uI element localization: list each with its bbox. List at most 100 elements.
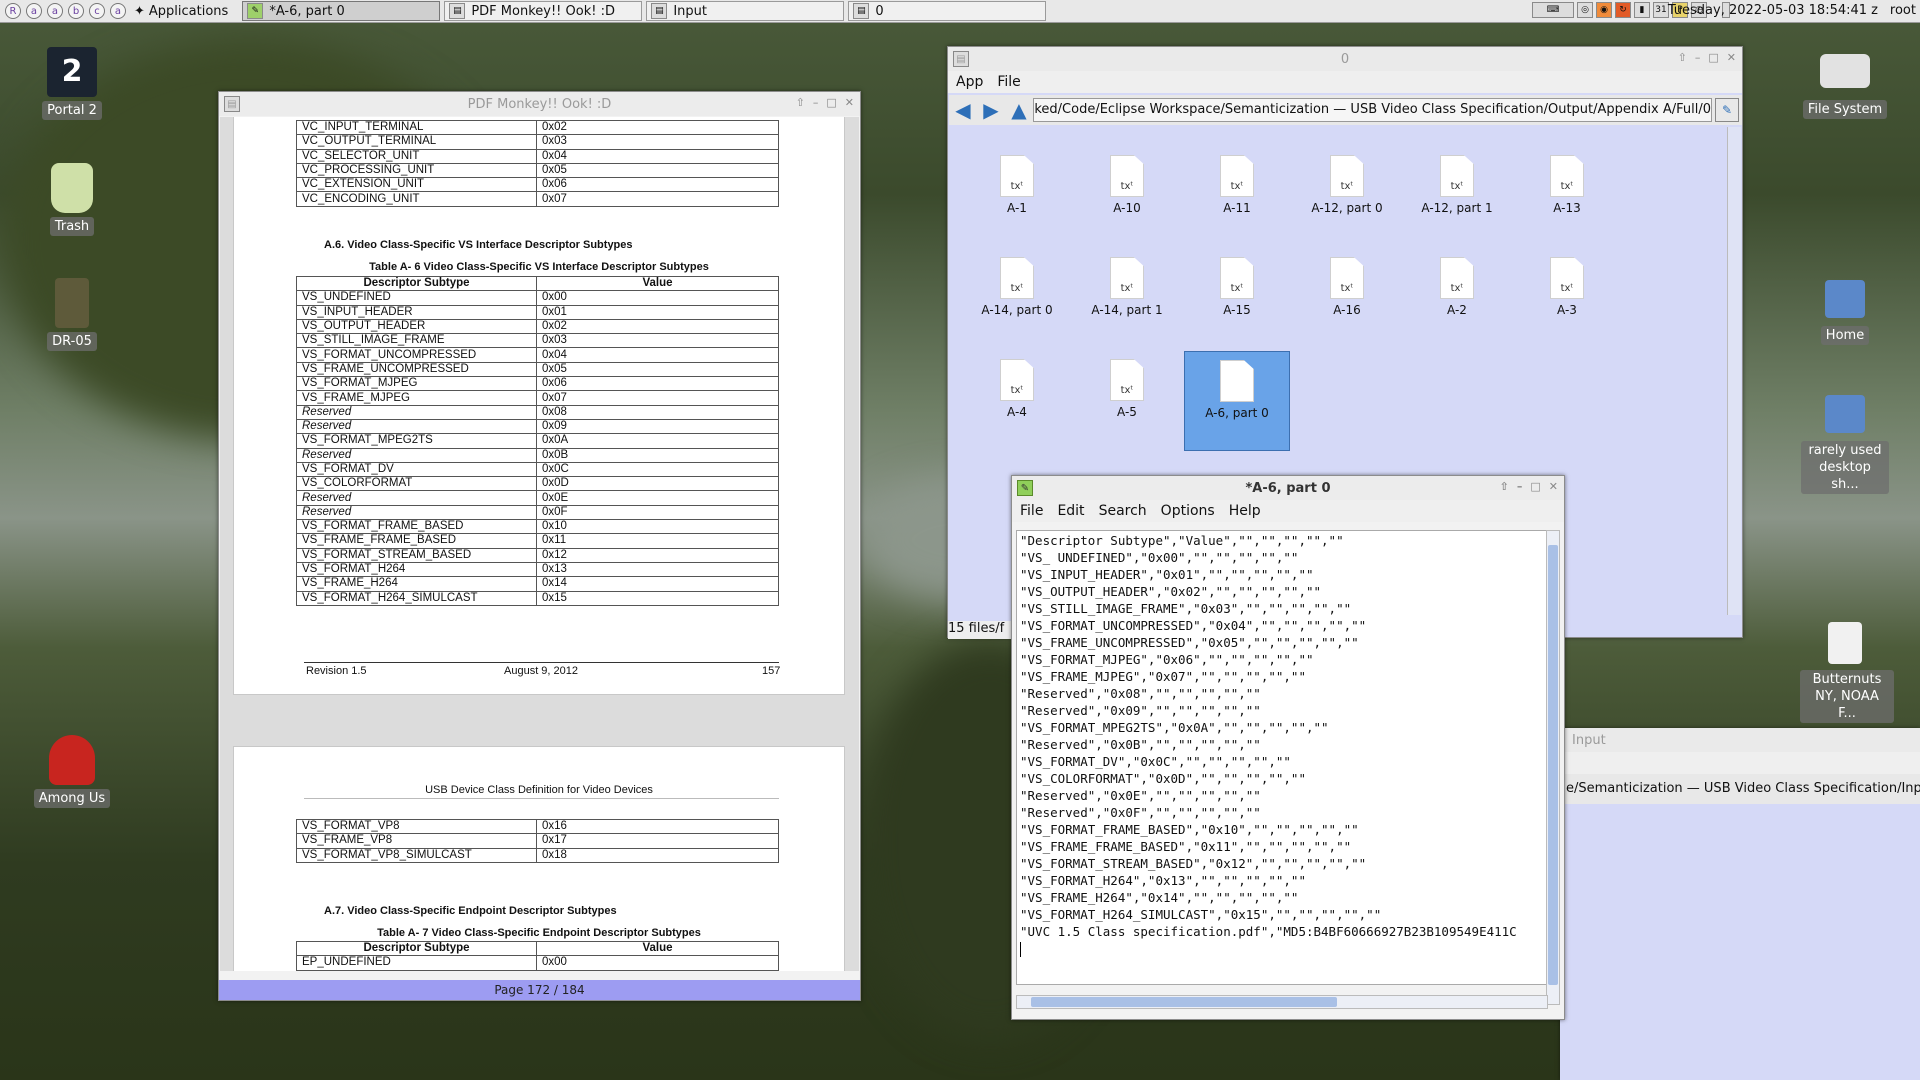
file-item[interactable]: txᵗ A-10 [1074,147,1180,247]
desktop-icon-among-us[interactable]: Among Us [27,735,117,808]
maximize-icon[interactable]: □ [1708,51,1718,64]
pdf-titlebar[interactable]: ▤ PDF Monkey!! Ook! :D ⇧ – □ ✕ [219,92,860,116]
file-name: A-3 [1557,303,1577,317]
vertical-scrollbar[interactable] [1727,127,1741,615]
file-item[interactable]: txᵗ A-1 [964,147,1070,247]
file-type-glyph: txᵗ [1560,283,1574,294]
close-icon[interactable]: ✕ [1727,51,1736,64]
pdf-document-view[interactable]: VC_INPUT_TERMINAL 0x02 VC_OUTPUT_TERMINAL 0… [220,117,859,971]
table-row: VS_FORMAT_STREAM_BASED 0x12 [296,547,779,563]
shade-icon[interactable]: ⇧ [1500,480,1509,493]
calendar-icon[interactable]: 31 [1653,2,1669,18]
desktop-icon-dr05[interactable]: DR-05 [27,278,117,351]
pdf-table: Descriptor Subtype Value VS_UNDEFINED 0x00 V… [296,275,779,606]
file-item[interactable]: txᵗ A-14, part 0 [964,249,1070,349]
file-manager-titlebar[interactable]: ▤ 0 ⇧ – □ ✕ [948,47,1742,71]
minimize-icon[interactable]: – [813,96,819,109]
path-edit-icon[interactable]: ✎ [1715,98,1739,122]
minimize-icon[interactable]: – [1517,480,1523,493]
menu-search[interactable]: Search [1099,503,1147,519]
clock[interactable]: Tuesday, 2022-05-03 18:54:41 z [1668,3,1878,18]
input-path-bar[interactable]: e/Semanticization — USB Video Class Spec… [1560,774,1920,804]
launcher-3-icon[interactable]: b [68,3,84,19]
desktop-icon-label: DR-05 [47,332,97,351]
close-icon[interactable]: ✕ [845,96,854,109]
minimize-icon[interactable]: – [1695,51,1701,64]
file-item[interactable]: txᵗ A-11 [1184,147,1290,247]
launcher-1-icon[interactable]: a [26,3,42,19]
launcher-2-icon[interactable]: a [47,3,63,19]
menu-file[interactable]: File [997,74,1020,90]
menu-edit[interactable]: Edit [1057,503,1084,519]
keyboard-icon[interactable]: ⌨ [1532,2,1574,18]
maximize-icon[interactable]: □ [1530,480,1540,493]
menu-help[interactable]: Help [1229,503,1261,519]
desktop-icon-butternuts[interactable]: Butternuts NY, NOAA F... [1800,622,1894,723]
menu-options[interactable]: Options [1161,503,1215,519]
horizontal-scrollbar[interactable] [1016,995,1548,1009]
menu-app[interactable]: App [956,74,983,90]
path-field[interactable]: /Tracked/Code/Eclipse Workspace/Semantic… [1033,98,1712,122]
desktop-icon-file-system[interactable]: File System [1800,54,1890,119]
shade-icon[interactable]: ⇧ [1678,51,1687,64]
applications-menu[interactable]: ✦ Applications [134,4,228,19]
network-icon[interactable]: ◎ [1577,2,1593,18]
launcher-group: Raabca [0,3,126,19]
updates-icon[interactable]: ↻ [1615,2,1631,18]
file-item[interactable]: txᵗ A-12, part 1 [1404,147,1510,247]
file-item[interactable]: A-6, part 0 [1184,351,1290,451]
file-name: A-15 [1223,303,1251,317]
task-editor[interactable]: ✎ *A-6, part 0 [242,1,441,21]
desktop-icon-rarely-used[interactable]: rarely used desktop sh... [1800,395,1890,494]
forward-arrow-icon[interactable]: ▶ [977,97,1005,123]
applications-icon: ✦ [134,3,145,19]
file-item[interactable]: txᵗ A-4 [964,351,1070,451]
scrollbar-thumb[interactable] [1548,545,1558,985]
column-header: Value [536,275,779,292]
desktop-icon-trash[interactable]: Trash [27,163,117,236]
file-type-glyph: txᵗ [1120,283,1134,294]
path-text: e/Semanticization — USB Video Class Spec… [1566,781,1920,796]
table-row: EP_UNDEFINED 0x00 [296,955,779,971]
descriptor-subtype-cell: VC_EXTENSION_UNIT [296,177,537,193]
editor-titlebar[interactable]: ✎ *A-6, part 0 ⇧ – □ ✕ [1012,476,1564,500]
value-cell: 0x10 [536,519,779,535]
descriptor-subtype-cell: VS_FRAME_UNCOMPRESSED [296,361,537,378]
back-arrow-icon[interactable]: ◀ [949,97,977,123]
file-item[interactable]: txᵗ A-2 [1404,249,1510,349]
file-item[interactable]: txᵗ A-3 [1514,249,1620,349]
maximize-icon[interactable]: □ [826,96,836,109]
launcher-0-icon[interactable]: R [5,3,21,19]
footer-revision: Revision 1.5 [306,665,367,677]
close-icon[interactable]: ✕ [1549,480,1558,493]
menu-file[interactable]: File [1020,503,1043,519]
editor-text-area[interactable]: "Descriptor Subtype","Value","","","",""… [1016,530,1548,985]
task-pdf[interactable]: ▤ PDF Monkey!! Ook! :D [444,1,643,21]
up-arrow-icon[interactable]: ▲ [1005,97,1033,123]
file-item[interactable]: txᵗ A-13 [1514,147,1620,247]
signal-icon[interactable]: ▮ [1634,2,1650,18]
scrollbar-thumb[interactable] [1031,997,1337,1007]
table-row: EP_GENERAL0x01 [296,969,779,971]
task-input[interactable]: ▤ Input [646,1,845,21]
value-cell: 0x06 [536,376,779,392]
file-item[interactable]: txᵗ A-5 [1074,351,1180,451]
shade-icon[interactable]: ⇧ [796,96,805,109]
firefox-icon[interactable]: ◉ [1596,2,1612,18]
desktop-icon-home[interactable]: Home [1800,280,1890,345]
file-item[interactable]: txᵗ A-15 [1184,249,1290,349]
file-item[interactable]: txᵗ A-14, part 1 [1074,249,1180,349]
launcher-5-icon[interactable]: a [110,3,126,19]
input-window-titlebar[interactable]: Input [1560,728,1920,752]
page-indicator: Page 172 / 184 [494,983,585,997]
task-file-manager[interactable]: ▤ 0 [848,1,1047,21]
desktop-icon-portal-2[interactable]: 2 Portal 2 [27,47,117,120]
column-header: Value [536,940,779,957]
launcher-4-icon[interactable]: c [89,3,105,19]
file-name: A-1 [1007,201,1027,215]
user-name[interactable]: root [1890,3,1916,18]
vertical-scrollbar[interactable] [1546,530,1560,1005]
file-item[interactable]: txᵗ A-12, part 0 [1294,147,1400,247]
file-type-glyph: txᵗ [1560,181,1574,192]
file-item[interactable]: txᵗ A-16 [1294,249,1400,349]
